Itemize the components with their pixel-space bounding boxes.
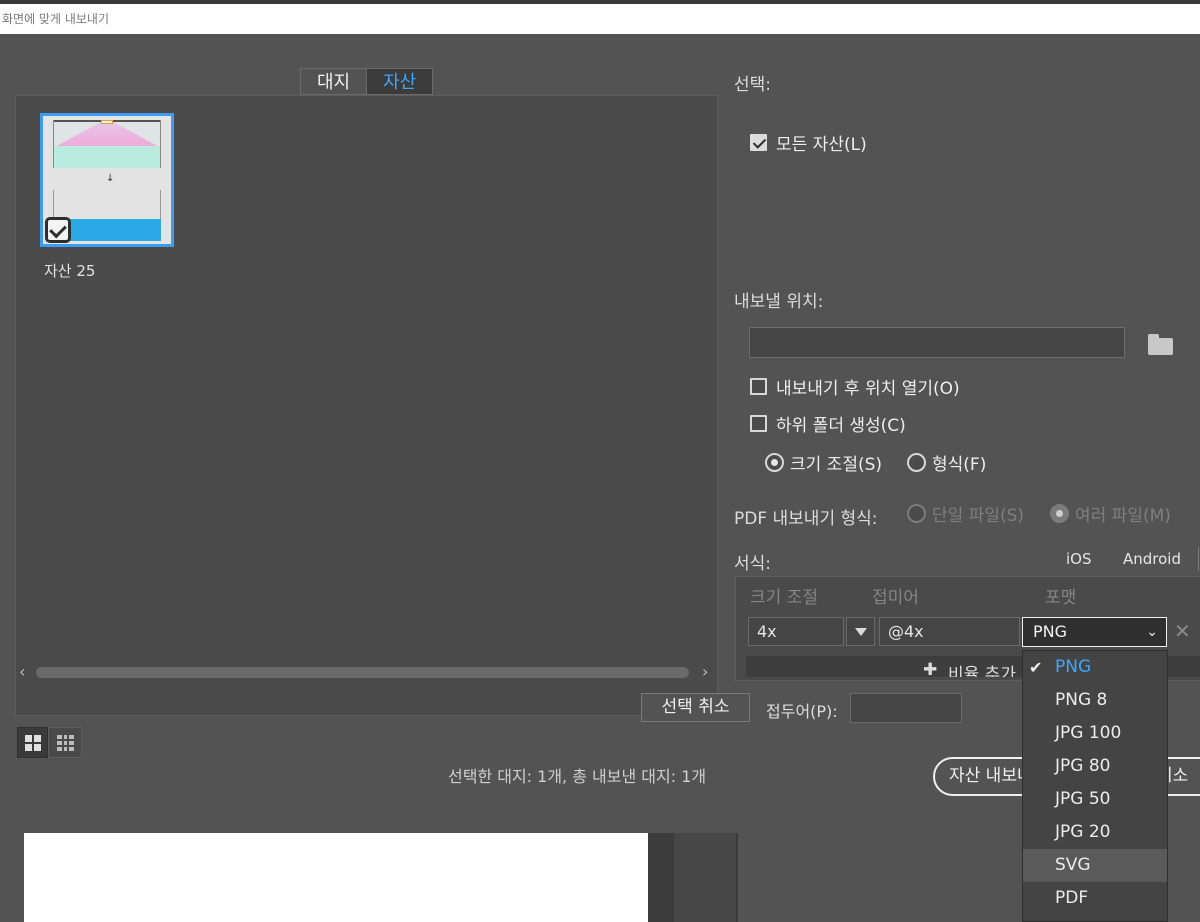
add-scale-label: 비율 추가 xyxy=(948,665,1016,677)
format-option-label: PNG 8 xyxy=(1055,690,1108,710)
scale-dropdown-button[interactable] xyxy=(846,617,875,646)
format-option-svg[interactable]: SVG xyxy=(1023,849,1167,882)
grid-view-icon xyxy=(25,735,41,751)
format-option-jpg100[interactable]: JPG 100 xyxy=(1023,717,1167,750)
all-assets-label: 모든 자산(L) xyxy=(776,135,867,155)
format-option-jpg20[interactable]: JPG 20 xyxy=(1023,816,1167,849)
asset-art-mint-band xyxy=(53,146,161,168)
asset-art-frame-right xyxy=(160,120,161,168)
preset-divider xyxy=(1198,547,1199,571)
format-radio-label: 형식(F) xyxy=(932,455,987,475)
background-panel xyxy=(674,833,736,922)
export-dialog: 대지 자산 ↓ 자산 25 ‹ › xyxy=(0,34,1200,833)
checkbox-icon[interactable] xyxy=(750,134,767,151)
pdf-single-file-option: 단일 파일(S) xyxy=(907,501,1024,526)
format-select[interactable]: PNG ⌄ xyxy=(1022,617,1167,647)
checkmark-icon: ✔ xyxy=(1029,658,1043,677)
window-title: 화면에 맞게 내보내기 xyxy=(2,12,109,26)
suffix-column-header: 접미어 xyxy=(872,588,919,608)
suffix-input[interactable]: @4x xyxy=(879,617,1020,646)
title-bar: 화면에 맞게 내보내기 xyxy=(0,4,1200,34)
format-option-jpg80[interactable]: JPG 80 xyxy=(1023,750,1167,783)
format-radio-option[interactable]: 형식(F) xyxy=(907,450,986,475)
asset-select-checkbox-icon[interactable] xyxy=(45,217,71,243)
scale-radio-option[interactable]: 크기 조절(S) xyxy=(765,450,882,475)
format-option-label: PDF xyxy=(1055,888,1089,908)
scale-input[interactable]: 4x xyxy=(748,617,844,646)
select-label: 선택: xyxy=(734,75,772,95)
export-location-label: 내보낼 위치: xyxy=(734,292,824,312)
plus-icon: ✚ xyxy=(923,660,938,677)
background-divider xyxy=(736,833,738,922)
list-view-icon xyxy=(57,735,74,751)
pdf-single-file-label: 단일 파일(S) xyxy=(932,506,1025,526)
format-option-jpg50[interactable]: JPG 50 xyxy=(1023,783,1167,816)
format-dropdown-menu: ✔ PNG PNG 8 JPG 100 JPG 80 JPG 50 JPG 20… xyxy=(1022,650,1168,922)
formats-label: 서식: xyxy=(734,554,772,574)
export-location-input[interactable] xyxy=(749,327,1125,358)
asset-preview-pane: ↓ 자산 25 ‹ › xyxy=(15,95,718,716)
create-subfolder-label: 하위 폴더 생성(C) xyxy=(776,416,906,436)
horizontal-scrollbar[interactable]: ‹ › xyxy=(16,663,717,681)
format-option-label: SVG xyxy=(1055,855,1091,875)
asset-thumbnail[interactable]: ↓ xyxy=(40,113,174,247)
android-preset-button[interactable]: Android xyxy=(1123,550,1181,568)
background-document-canvas xyxy=(24,833,648,922)
scrollbar-thumb[interactable] xyxy=(36,667,689,678)
format-option-label: JPG 50 xyxy=(1055,789,1111,809)
format-option-png[interactable]: ✔ PNG xyxy=(1023,651,1167,684)
asset-art-frame-left xyxy=(53,120,54,168)
scroll-right-icon[interactable]: › xyxy=(702,663,708,681)
open-after-export-label: 내보내기 후 위치 열기(O) xyxy=(776,379,960,399)
format-option-label: JPG 20 xyxy=(1055,822,1111,842)
status-text: 선택한 대지: 1개, 총 내보낸 대지: 1개 xyxy=(448,767,707,786)
pdf-export-label: PDF 내보내기 형식: xyxy=(734,509,878,529)
format-option-label: JPG 100 xyxy=(1055,723,1122,743)
folder-icon-body xyxy=(1148,338,1173,355)
pdf-multi-file-label: 여러 파일(M) xyxy=(1075,506,1171,526)
scroll-left-icon[interactable]: ‹ xyxy=(19,663,25,681)
close-icon[interactable]: ✕ xyxy=(1174,621,1191,641)
scale-column-header: 크기 조절 xyxy=(750,588,818,608)
format-option-png8[interactable]: PNG 8 xyxy=(1023,684,1167,717)
format-option-pdf[interactable]: PDF xyxy=(1023,882,1167,915)
ios-preset-button[interactable]: iOS xyxy=(1066,550,1092,568)
chevron-down-icon: ⌄ xyxy=(1146,624,1158,640)
format-option-label: PNG xyxy=(1055,657,1092,677)
format-option-label: JPG 80 xyxy=(1055,756,1111,776)
list-view-button[interactable] xyxy=(48,727,82,758)
tab-artboards[interactable]: 대지 xyxy=(300,68,367,95)
create-subfolder-option[interactable]: 하위 폴더 생성(C) xyxy=(750,411,906,436)
prefix-label: 접두어(P): xyxy=(766,702,838,721)
radio-on-icon[interactable] xyxy=(765,453,784,472)
checkbox-icon[interactable] xyxy=(750,378,767,395)
asset-art-arrow-icon: ↓ xyxy=(106,173,115,184)
grid-view-button[interactable] xyxy=(17,727,48,758)
asset-art-lamp xyxy=(101,120,113,124)
folder-icon[interactable] xyxy=(1148,334,1173,355)
open-after-export-option[interactable]: 내보내기 후 위치 열기(O) xyxy=(750,374,960,399)
asset-label: 자산 25 xyxy=(44,262,96,280)
tab-assets[interactable]: 자산 xyxy=(366,68,434,95)
prefix-input[interactable] xyxy=(850,693,962,723)
background-divider xyxy=(648,833,674,922)
pdf-multi-file-option: 여러 파일(M) xyxy=(1050,501,1171,526)
scale-radio-label: 크기 조절(S) xyxy=(790,455,883,475)
tab-bar: 대지 자산 xyxy=(300,68,434,95)
radio-off-icon[interactable] xyxy=(907,453,926,472)
deselect-button[interactable]: 선택 취소 xyxy=(641,693,750,722)
radio-off-icon xyxy=(907,504,926,523)
format-column-header: 포맷 xyxy=(1045,588,1077,608)
format-select-value: PNG xyxy=(1033,622,1068,641)
radio-on-icon xyxy=(1050,504,1069,523)
all-assets-option[interactable]: 모든 자산(L) xyxy=(750,130,867,155)
checkbox-icon[interactable] xyxy=(750,415,767,432)
